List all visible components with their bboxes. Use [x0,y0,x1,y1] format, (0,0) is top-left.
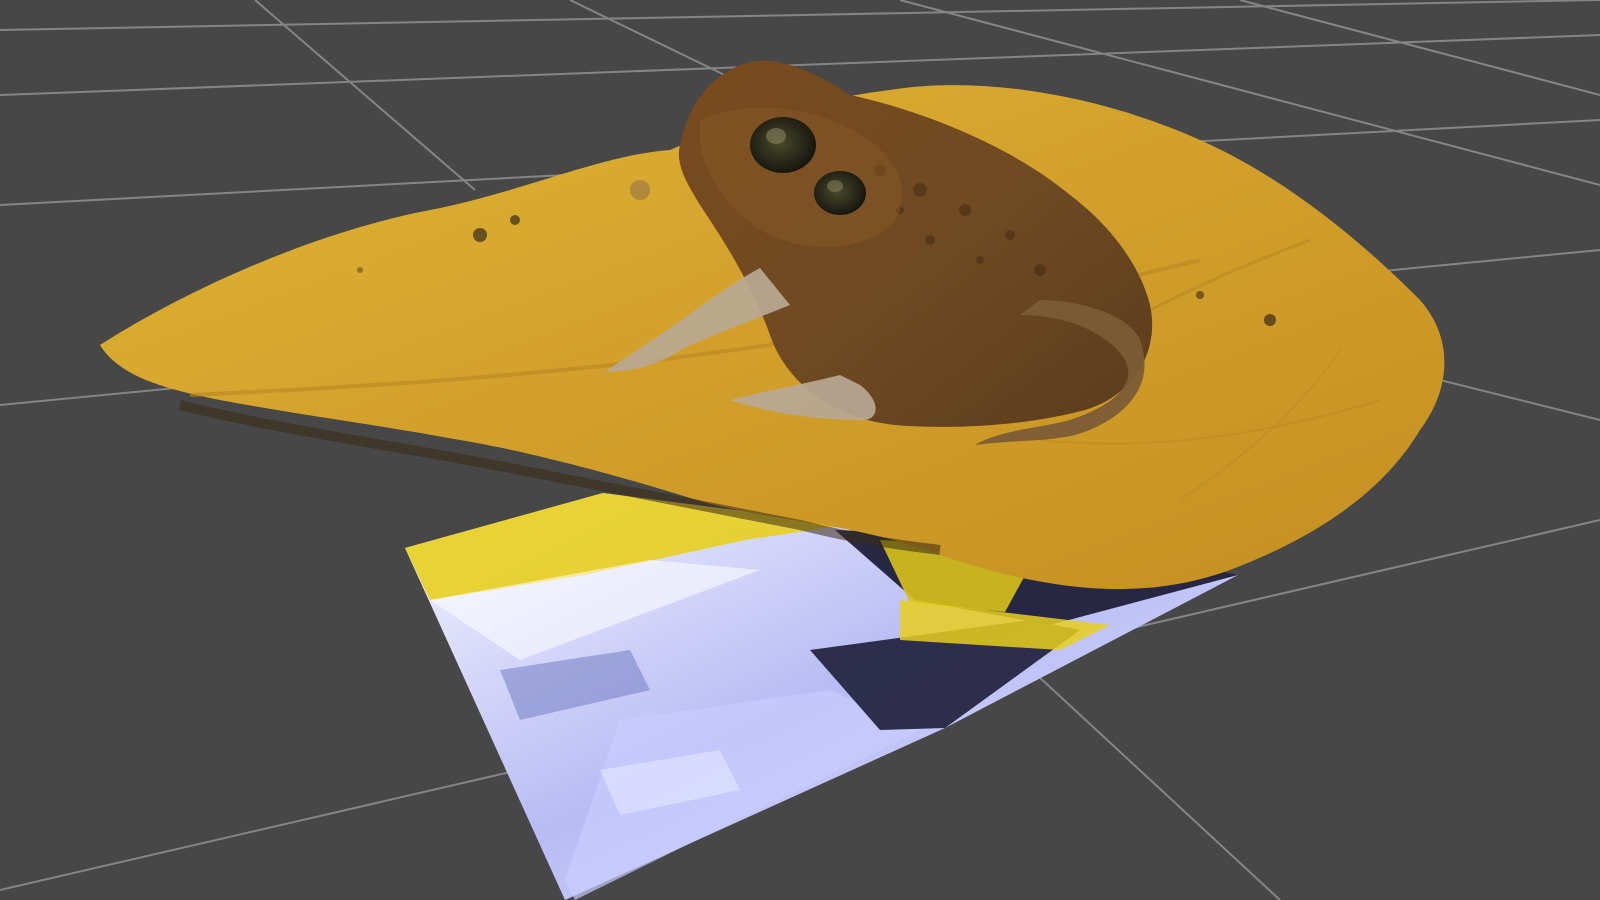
grid-line [1009,649,1281,900]
toad-eye-left [750,117,816,173]
grid-line [254,0,476,191]
3d-viewport[interactable] [0,0,1600,900]
grid-line [0,0,1600,31]
scene-canvas[interactable] [0,0,1600,900]
toad-eye-right [814,171,866,215]
grid-line [1239,0,1600,96]
grid-line [1439,379,1600,421]
